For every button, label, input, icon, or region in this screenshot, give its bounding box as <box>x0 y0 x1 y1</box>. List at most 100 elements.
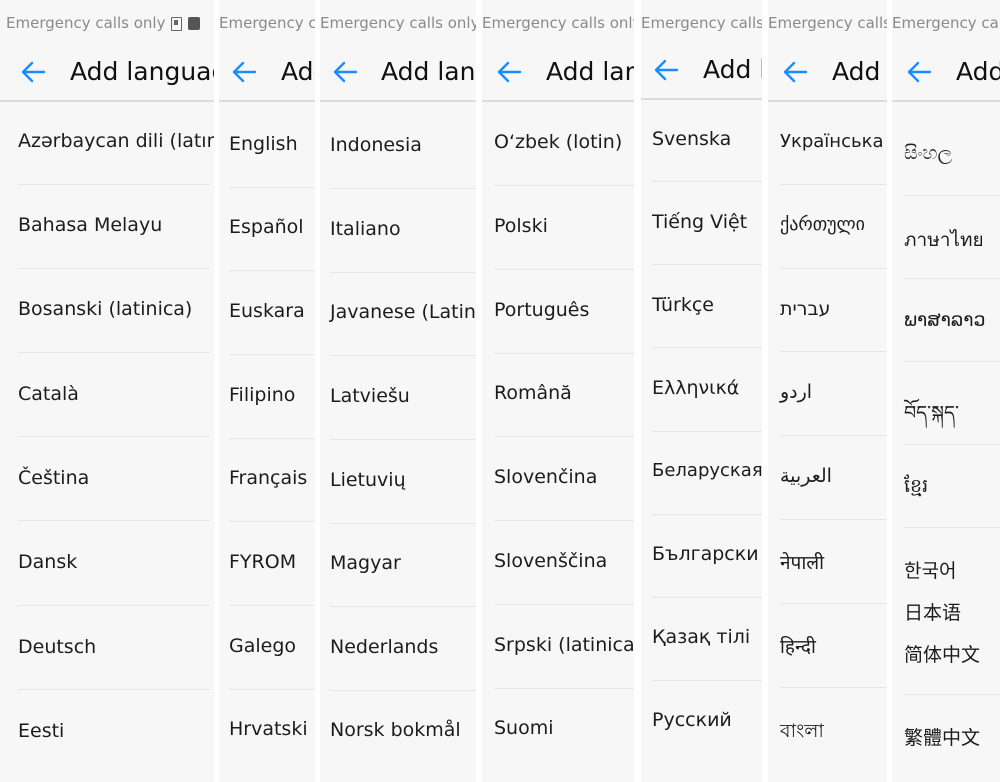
language-label: 한국어 <box>904 560 957 582</box>
language-label: עברית <box>780 298 831 320</box>
header-divider <box>768 100 887 102</box>
back-button[interactable] <box>906 44 934 100</box>
language-label: Español <box>229 216 304 238</box>
language-label: Polski <box>494 215 548 237</box>
header-divider <box>482 100 634 102</box>
language-label: Français <box>229 467 308 489</box>
screen-7: Emergency calls only Add language සිංහල … <box>892 0 1000 782</box>
language-label: ພາສາລາວ <box>904 309 986 331</box>
language-label: Suomi <box>494 717 554 739</box>
page-title: Add language <box>546 57 634 86</box>
divider <box>229 270 315 271</box>
language-label: اردو <box>780 381 813 403</box>
screen-5: Emergency calls only Add language Svensk… <box>641 0 762 782</box>
language-label: 繁體中文 <box>904 727 981 749</box>
screen-6: Emergency calls only Add language Україн… <box>768 0 887 782</box>
language-label: O‘zbek (lotin) <box>494 131 623 153</box>
language-label: Română <box>494 382 572 404</box>
back-arrow-icon <box>21 61 46 83</box>
back-button[interactable] <box>332 44 360 100</box>
divider <box>780 184 887 185</box>
app-bar: Add language <box>320 44 476 100</box>
divider <box>652 597 762 598</box>
divider <box>780 268 887 269</box>
language-label: བོད་སྐད་ <box>904 402 959 424</box>
language-label: हिन्दी <box>780 636 816 658</box>
language-label: ภาษาไทย <box>904 229 984 251</box>
status-bar: Emergency calls only <box>219 8 315 38</box>
divider <box>780 435 887 436</box>
language-label: Galego <box>229 635 297 657</box>
page-title: Add language <box>281 57 315 86</box>
language-label: العربية <box>780 465 832 487</box>
divider <box>652 347 762 348</box>
language-label: Lietuvių <box>330 469 406 491</box>
divider <box>652 431 762 432</box>
sim-icon <box>171 16 183 31</box>
status-text: Emergency calls only <box>482 14 634 32</box>
language-label: Norsk bokmål <box>330 719 461 741</box>
page-title: Add language <box>70 57 214 86</box>
status-text: Emergency calls only <box>768 14 887 32</box>
screen-2: Emergency calls only Add language Englis… <box>219 0 315 782</box>
status-text: Emergency calls only <box>892 14 1000 32</box>
language-label: Bosanski (latinica) <box>18 298 193 320</box>
divider <box>18 184 210 185</box>
header-divider <box>0 100 214 102</box>
language-label: Українська <box>780 131 884 152</box>
status-bar: Emergency calls only <box>320 8 476 38</box>
header-divider <box>219 100 315 102</box>
status-bar: Emergency calls only <box>6 8 214 38</box>
language-label: ქართული <box>780 214 865 235</box>
divider <box>780 351 887 352</box>
page-title: Add language <box>381 57 476 86</box>
status-text: Emergency calls only <box>320 14 476 32</box>
divider <box>18 605 210 606</box>
status-bar: Emergency calls only <box>641 8 762 38</box>
battery-icon <box>188 17 201 30</box>
divider <box>229 605 315 606</box>
language-label: English <box>229 133 298 155</box>
divider <box>18 520 210 521</box>
back-button[interactable] <box>653 42 681 98</box>
divider <box>904 694 1000 695</box>
app-bar: Add language <box>641 42 762 98</box>
language-label: Eesti <box>18 720 65 742</box>
back-arrow-icon <box>783 61 808 83</box>
status-bar: Emergency calls only <box>892 8 1000 38</box>
language-label: Hrvatski <box>229 718 308 740</box>
language-label: Беларуская <box>652 460 762 481</box>
page-title: Add language <box>832 57 887 86</box>
divider <box>18 268 210 269</box>
app-bar: Add language <box>0 44 214 100</box>
language-label: Slovenčina <box>494 466 598 488</box>
back-button[interactable] <box>231 44 259 100</box>
status-text: Emergency calls only <box>219 14 315 32</box>
divider <box>18 352 210 353</box>
back-button[interactable] <box>782 44 810 100</box>
app-bar: Add language <box>768 44 887 100</box>
language-label: Javanese (Latin) <box>330 301 476 323</box>
back-arrow-icon <box>654 59 679 81</box>
divider <box>330 606 476 607</box>
status-bar: Emergency calls only <box>482 8 634 38</box>
divider <box>652 181 762 182</box>
language-label: Ελληνικά <box>652 377 740 399</box>
language-label: Indonesia <box>330 134 422 156</box>
back-button[interactable] <box>496 44 524 100</box>
divider <box>229 521 315 522</box>
language-label: FYROM <box>229 551 297 573</box>
app-bar: Add language <box>482 44 634 100</box>
divider <box>330 188 476 189</box>
status-text: Emergency calls only <box>6 14 166 32</box>
divider <box>229 187 315 188</box>
app-bar: Add language <box>892 44 1000 100</box>
divider <box>780 603 887 604</box>
language-label: Italiano <box>330 218 401 240</box>
divider <box>229 438 315 439</box>
language-label: Filipino <box>229 384 296 406</box>
language-label: Svenska <box>652 128 732 150</box>
divider <box>652 680 762 681</box>
divider <box>330 355 476 356</box>
back-button[interactable] <box>20 44 48 100</box>
